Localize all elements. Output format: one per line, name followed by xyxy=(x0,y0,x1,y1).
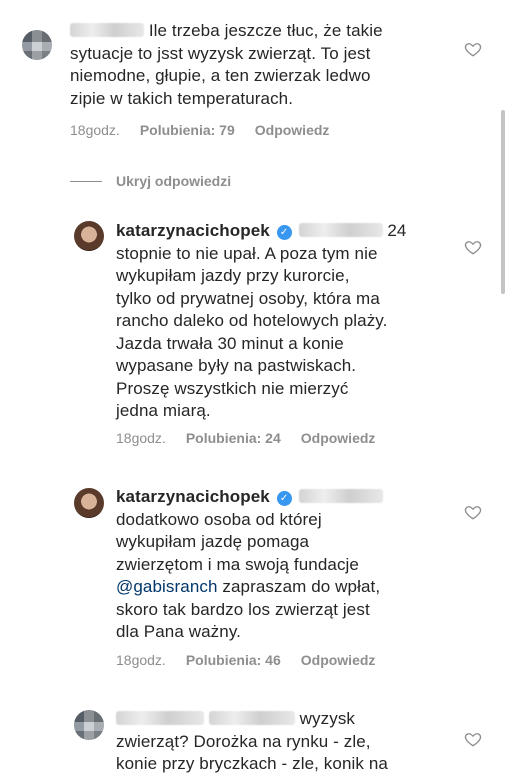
like-heart-icon[interactable] xyxy=(464,238,482,256)
verified-badge-icon: ✓ xyxy=(276,491,292,506)
likes-count[interactable]: Polubienia: 46 xyxy=(186,652,281,668)
blurred-username[interactable] xyxy=(116,711,204,725)
timestamp: 18godz. xyxy=(70,122,120,138)
reply-button[interactable]: Odpowiedz xyxy=(255,122,330,138)
blurred-mention[interactable] xyxy=(208,711,295,725)
comment-meta: 18godz. Polubienia: 79 Odpowiedz xyxy=(70,122,329,138)
blurred-username[interactable] xyxy=(70,23,144,37)
hide-replies-button[interactable]: Ukryj odpowiedzi xyxy=(70,173,231,189)
reply-button[interactable]: Odpowiedz xyxy=(301,430,376,446)
like-heart-icon[interactable] xyxy=(464,730,482,748)
like-heart-icon[interactable] xyxy=(464,40,482,58)
like-heart-icon[interactable] xyxy=(464,503,482,521)
hide-replies-label: Ukryj odpowiedzi xyxy=(116,173,232,189)
avatar[interactable] xyxy=(74,221,104,251)
avatar[interactable] xyxy=(22,30,52,60)
comment-meta: 18godz. Polubienia: 24 Odpowiedz xyxy=(116,430,375,446)
comment-text: katarzynacichopek ✓ dodatkowo osoba od k… xyxy=(116,486,456,644)
verified-badge-icon: ✓ xyxy=(276,225,292,240)
avatar[interactable] xyxy=(74,488,104,518)
reply-button[interactable]: Odpowiedz xyxy=(301,652,376,668)
blurred-mention[interactable] xyxy=(298,223,383,237)
timestamp: 18godz. xyxy=(116,652,166,668)
likes-count[interactable]: Polubienia: 24 xyxy=(186,430,281,446)
mention-link[interactable]: @gabisranch xyxy=(116,577,218,596)
divider-line xyxy=(70,180,102,182)
blurred-mention[interactable] xyxy=(298,489,383,503)
timestamp: 18godz. xyxy=(116,430,166,446)
username[interactable]: katarzynacichopek xyxy=(116,221,270,240)
avatar[interactable] xyxy=(74,710,104,740)
username[interactable]: katarzynacichopek xyxy=(116,487,270,506)
comment-text: Ile trzeba jeszcze tłuc, że takie sytuac… xyxy=(70,21,383,108)
comment-meta: 18godz. Polubienia: 46 Odpowiedz xyxy=(116,652,375,668)
likes-count[interactable]: Polubienia: 79 xyxy=(140,122,235,138)
comment-text: katarzynacichopek ✓ 24 stopnie to nie up… xyxy=(116,221,407,420)
scrollbar[interactable] xyxy=(501,110,505,294)
comment-text: wyzysk zwierząt? Dorożka na rynku - zle,… xyxy=(116,709,388,773)
